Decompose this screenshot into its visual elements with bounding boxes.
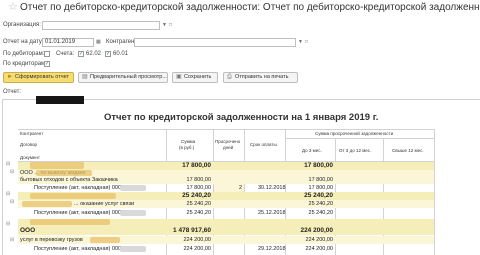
row-contract: ... оказание услуг связи (74, 201, 135, 207)
row-sum: 17 800,00 (186, 185, 211, 191)
redacted-text (30, 219, 110, 225)
organization-label: Организация: (3, 22, 41, 28)
redacted-text (90, 237, 120, 243)
date-value: 01.01.2019 (45, 39, 76, 45)
generate-report-button[interactable]: ► Сформировать отчет (3, 72, 74, 83)
header-contract: Договор (20, 142, 37, 147)
row-counterparty: ООО (20, 227, 36, 234)
row-to3: 224 200,00 (305, 237, 333, 243)
header-from3to12: От 3 до 12 мес. (339, 148, 372, 153)
report-title: Отчет по кредиторской задолженности на 1… (104, 112, 379, 123)
row-to3: 224 200,00 (300, 227, 333, 234)
calendar-icon[interactable]: ▦ (96, 39, 101, 46)
print-label: Отправить на печать (235, 74, 289, 80)
redacted-text (120, 185, 146, 191)
play-icon: ► (7, 74, 13, 80)
row-due: 29.12.2018 (258, 246, 286, 252)
report-section-label: Отчет: (3, 89, 22, 95)
table-top-line (18, 129, 434, 130)
row-to3: 25 240,20 (304, 192, 333, 199)
redacted-text (120, 246, 146, 252)
header-counterparty: Контрагент (20, 131, 44, 136)
header-overdue-days: дней (223, 145, 234, 150)
organization-field[interactable] (42, 21, 160, 30)
row-sum: 1 478 917,60 (173, 227, 211, 234)
save-label: Сохранить (184, 74, 212, 80)
header-overdue: Просрочено (215, 139, 241, 144)
row-to3: 17 800,00 (308, 185, 333, 191)
counterparty-field[interactable] (134, 38, 296, 47)
row-sum: 17 800,00 (182, 162, 211, 169)
row-contract-line2: бытовых отходов с объекта Заказчика (20, 177, 118, 183)
row-to3: 224 200,00 (305, 246, 333, 252)
account1-checkbox[interactable]: ✓ (78, 51, 84, 57)
print-icon: ⎙ (227, 74, 232, 80)
row-contract: услуг в перевозку грузов (20, 237, 83, 243)
preview-label: Предварительный просмотр... (90, 74, 167, 80)
tree-collapse-icon[interactable]: ⊟ (10, 200, 14, 205)
tree-collapse-icon[interactable]: ⊟ (6, 162, 10, 167)
organization-open-icon[interactable]: □ (169, 22, 172, 29)
preview-icon: ▤ (82, 74, 88, 80)
row-sum: 25 240,20 (186, 210, 211, 216)
header-sum: Сумма (181, 139, 196, 144)
favorite-star-icon[interactable]: ☆ (8, 2, 18, 13)
redacted-text (36, 170, 92, 176)
col-sep-7 (434, 129, 435, 255)
redacted-text (120, 210, 146, 216)
row-document: Поступление (акт, накладная) 0000... (34, 246, 129, 252)
creditors-label: По кредиторам: (3, 61, 47, 67)
row-sum: 25 240,20 (186, 201, 211, 207)
tree-collapse-icon[interactable]: ⊟ (6, 192, 10, 197)
tree-collapse-icon[interactable]: ⊟ (10, 238, 14, 243)
redacted-block (36, 96, 84, 104)
row-days: 2 (238, 185, 242, 191)
counterparty-open-icon[interactable]: □ (305, 39, 308, 46)
row-document: Поступление (акт, накладная) 0000... (34, 185, 129, 191)
row-sum: 224 200,00 (183, 237, 211, 243)
overdue-group-line (285, 138, 434, 139)
account2-checkbox[interactable]: ✓ (105, 51, 111, 57)
accounts-label: Счета: (56, 51, 75, 57)
header-overdue-group: Сумма просроченной задолженности (315, 131, 394, 136)
tree-collapse-icon[interactable]: ⊟ (6, 222, 10, 227)
row-to3: 25 240,20 (308, 201, 333, 207)
row-to3: 17 800,00 (304, 162, 333, 169)
row-sum: 17 800,00 (186, 177, 211, 183)
header-sum-unit: (в руб.) (179, 145, 195, 150)
header-over12: Свыше 12 мес. (392, 148, 424, 153)
row-to3: 17 800,00 (308, 177, 333, 183)
debtors-label: По дебиторам: (3, 51, 45, 57)
organization-dropdown-icon[interactable]: ▼ (162, 22, 167, 29)
preview-button[interactable]: ▤ Предварительный просмотр... (78, 72, 168, 83)
row-due: 30.12.2018 (258, 185, 286, 191)
save-icon: ▣ (176, 74, 182, 80)
date-label: Отчет на дату: (3, 39, 44, 45)
window-title: Отчет по дебиторско-кредиторской задолже… (20, 2, 480, 13)
print-button[interactable]: ⎙ Отправить на печать (223, 72, 298, 83)
account2-label: 60.01 (113, 51, 129, 57)
header-due: Срок оплаты (250, 142, 277, 147)
generate-report-label: Сформировать отчет (15, 74, 70, 80)
tree-collapse-icon[interactable]: ⊟ (10, 170, 14, 175)
row-to3: 25 240,20 (308, 210, 333, 216)
redacted-text (22, 201, 72, 207)
header-to3: До 3 мес. (302, 148, 322, 153)
redacted-text (30, 193, 116, 199)
counterparty-dropdown-icon[interactable]: ▼ (298, 39, 303, 46)
save-button[interactable]: ▣ Сохранить (172, 72, 218, 83)
row-sum: 224 200,00 (183, 246, 211, 252)
redacted-text (30, 162, 84, 169)
row-sum: 25 240,20 (182, 192, 211, 199)
date-field[interactable]: 01.01.2019 (42, 38, 94, 47)
row-due: 25.12.2018 (258, 210, 286, 216)
creditors-checkbox[interactable]: ✓ (44, 61, 50, 67)
debtors-checkbox[interactable] (44, 51, 50, 57)
account1-label: 62.02 (86, 51, 102, 57)
row-document: Поступление (акт, накладная) 0000... (34, 210, 129, 216)
header-document: Документ (20, 155, 40, 160)
